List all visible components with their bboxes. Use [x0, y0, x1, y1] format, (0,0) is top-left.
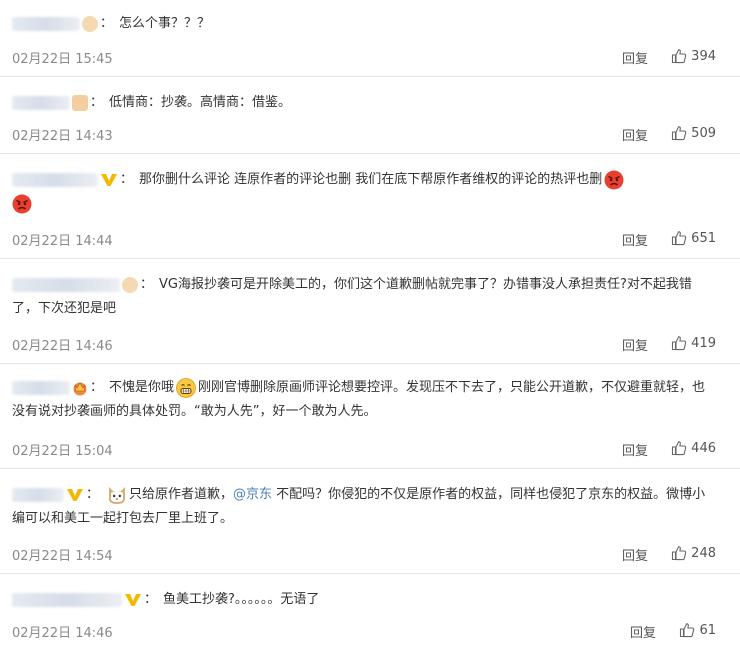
comment-separator: ：	[120, 172, 134, 187]
like-button[interactable]: 419	[671, 335, 716, 351]
comment-body: ： 那你删什么评论 连原作者的评论也删 我们在底下帮原作者维权的评论的热评也删	[12, 168, 710, 216]
comment-body: ：不愧是你哦 刚刚官博删除原画师评论想要控评。发现压不下去了，只能公开道歉，不仅避…	[12, 376, 710, 424]
comment-item: ： 鱼美工抄袭?。。。。。。无语了 02月22日 14:46 回复 61	[0, 574, 740, 655]
verified-v-icon	[66, 487, 84, 503]
comment-body: ：只给原作者道歉，@京东 不配吗？你侵犯的不仅是原作者的权益，同样也侵犯了京东的…	[12, 483, 710, 531]
thumbs-up-icon	[671, 440, 687, 456]
comment-item: ：只给原作者道歉，@京东 不配吗？你侵犯的不仅是原作者的权益，同样也侵犯了京东的…	[0, 469, 740, 574]
comment-body: ： 鱼美工抄袭?。。。。。。无语了	[12, 588, 710, 612]
comment-separator: ：	[86, 487, 100, 502]
comment-item: ： 怎么个事？？？ 02月22日 15:45 回复 394	[0, 0, 740, 77]
comment-time: 02月22日 15:04	[12, 444, 113, 459]
comment-body: ： 低情商：抄袭。高情商：借鉴。	[12, 91, 710, 115]
thumbs-up-icon	[671, 48, 687, 64]
username-blurred[interactable]	[12, 487, 64, 502]
comment-list: ： 怎么个事？？？ 02月22日 15:45 回复 394 ： 低情商：抄袭。高情商…	[0, 0, 740, 655]
comment-text: 那你删什么评论 连原作者的评论也删 我们在底下帮原作者维权的评论的热评也删	[139, 172, 603, 187]
comment-time: 02月22日 14:43	[12, 129, 113, 144]
reply-button[interactable]: 回复	[622, 335, 648, 354]
like-count: 419	[691, 335, 716, 351]
user-badge-icon	[82, 15, 98, 32]
reply-button[interactable]: 回复	[622, 440, 648, 459]
username-blurred[interactable]	[12, 592, 122, 607]
like-count: 61	[699, 622, 716, 638]
like-count: 446	[691, 440, 716, 456]
comment-text: 低情商：抄袭。高情商：借鉴。	[109, 95, 292, 110]
angry-face-emoji	[12, 194, 32, 214]
like-count: 394	[691, 48, 716, 64]
comment-separator: ：	[144, 592, 158, 607]
comment-time: 02月22日 14:46	[12, 339, 113, 354]
reply-button[interactable]: 回复	[622, 48, 648, 67]
user-badge-icon	[72, 94, 88, 111]
like-count: 248	[691, 545, 716, 561]
comment-text: 鱼美工抄袭?。。。。。。无语了	[163, 592, 320, 607]
comment-text: 只给原作者道歉，	[129, 487, 234, 502]
username-blurred[interactable]	[12, 172, 98, 187]
comment-time: 02月22日 15:45	[12, 52, 113, 67]
verified-v-icon	[100, 172, 118, 188]
like-button[interactable]: 394	[671, 48, 716, 64]
comment-body: ： VG海报抄袭可是开除美工的，你们这个道歉删帖就完事了？办错事没人承担责任?对不…	[12, 273, 710, 321]
comment-separator: ：	[140, 277, 154, 292]
crown-badge-icon	[72, 380, 88, 396]
thumbs-up-icon	[679, 622, 695, 638]
like-button[interactable]: 651	[671, 230, 716, 246]
comment-time: 02月22日 14:44	[12, 234, 113, 249]
thumbs-up-icon	[671, 545, 687, 561]
user-badge-icon	[122, 276, 138, 293]
cat-face-emoji	[107, 485, 127, 505]
like-button[interactable]: 61	[679, 622, 716, 638]
comment-time: 02月22日 14:54	[12, 549, 113, 564]
comment-item: ：不愧是你哦 刚刚官博删除原画师评论想要控评。发现压不下去了，只能公开道歉，不仅避…	[0, 364, 740, 469]
username-blurred[interactable]	[12, 277, 120, 292]
reply-button[interactable]: 回复	[622, 125, 648, 144]
reply-button[interactable]: 回复	[622, 545, 648, 564]
comment-text: 怎么个事？？？	[119, 16, 211, 31]
username-blurred[interactable]	[12, 16, 80, 31]
like-button[interactable]: 509	[671, 125, 716, 141]
like-button[interactable]: 248	[671, 545, 716, 561]
verified-v-icon	[124, 592, 142, 608]
comment-separator: ：	[90, 95, 104, 110]
grinning-face-emoji	[176, 377, 196, 398]
mention-link[interactable]: @京东	[233, 487, 272, 502]
comment-time: 02月22日 14:46	[12, 626, 113, 641]
reply-button[interactable]: 回复	[622, 230, 648, 249]
like-button[interactable]: 446	[671, 440, 716, 456]
comment-item: ： 低情商：抄袭。高情商：借鉴。 02月22日 14:43 回复 509	[0, 77, 740, 154]
thumbs-up-icon	[671, 230, 687, 246]
comment-body: ： 怎么个事？？？	[12, 12, 710, 36]
comment-item: ： 那你删什么评论 连原作者的评论也删 我们在底下帮原作者维权的评论的热评也删 0…	[0, 154, 740, 259]
comment-separator: ：	[100, 16, 114, 31]
thumbs-up-icon	[671, 335, 687, 351]
comment-separator: ：	[90, 380, 104, 395]
reply-button[interactable]: 回复	[630, 622, 656, 641]
comment-item: ： VG海报抄袭可是开除美工的，你们这个道歉删帖就完事了？办错事没人承担责任?对不…	[0, 259, 740, 364]
username-blurred[interactable]	[12, 95, 70, 110]
like-count: 651	[691, 230, 716, 246]
like-count: 509	[691, 125, 716, 141]
thumbs-up-icon	[671, 125, 687, 141]
angry-face-emoji	[604, 170, 624, 190]
username-blurred[interactable]	[12, 380, 70, 395]
comment-text: 不愧是你哦	[109, 380, 175, 395]
